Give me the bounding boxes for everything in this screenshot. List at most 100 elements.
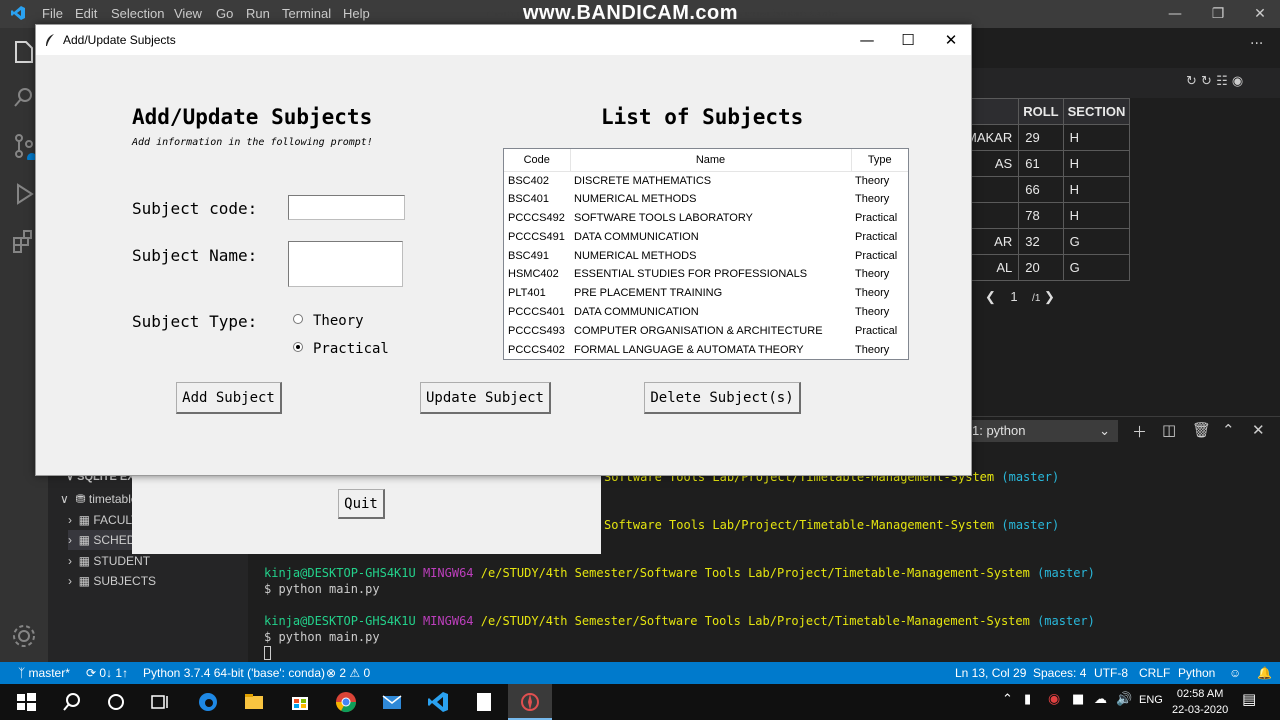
- table-tree-item-student[interactable]: › ▦ STUDENT: [68, 551, 150, 571]
- cell-roll: 29: [1018, 124, 1064, 151]
- column-header-code[interactable]: Code: [504, 149, 571, 172]
- columns-icon[interactable]: ☷: [1216, 74, 1228, 89]
- table-row[interactable]: PCCCS402 FORMAL LANGUAGE & AUTOMATA THEOR…: [504, 340, 908, 359]
- cell-type: Theory: [855, 343, 890, 356]
- menu-view[interactable]: View: [174, 6, 202, 21]
- table-row: AS 61 H: [960, 150, 1131, 177]
- mail-icon[interactable]: [380, 690, 404, 714]
- windows-start-icon[interactable]: [14, 690, 38, 714]
- delete-subjects-button[interactable]: Delete Subject(s): [644, 382, 801, 414]
- subject-name-input[interactable]: [288, 241, 403, 287]
- subject-code-input[interactable]: [288, 195, 405, 220]
- settings-gear-icon[interactable]: [10, 622, 38, 650]
- vscode-close-icon[interactable]: ✕: [1250, 4, 1270, 24]
- eye-icon[interactable]: ◉: [1232, 74, 1243, 89]
- task-view-icon[interactable]: [148, 690, 172, 714]
- menu-selection[interactable]: Selection: [111, 6, 164, 21]
- network-icon[interactable]: ■: [1072, 692, 1084, 707]
- table-row[interactable]: PLT401 PRE PLACEMENT TRAINING Theory: [504, 284, 908, 303]
- refresh-icon[interactable]: ↻: [1186, 74, 1197, 89]
- menu-edit[interactable]: Edit: [75, 6, 97, 21]
- trash-icon[interactable]: 🗑: [1192, 421, 1211, 439]
- column-header-section: SECTION: [1062, 98, 1131, 125]
- treeview-header-row: Code Name Type: [504, 149, 908, 172]
- encoding[interactable]: UTF-8: [1094, 666, 1128, 680]
- next-page-icon[interactable]: ❯: [1044, 289, 1055, 304]
- feedback-icon[interactable]: ☺: [1229, 666, 1241, 680]
- cell-roll: 20: [1018, 254, 1064, 281]
- table-row[interactable]: PCCCS493 COMPUTER ORGANISATION & ARCHITEC…: [504, 321, 908, 340]
- run-debug-icon[interactable]: [10, 180, 38, 208]
- radio-theory-label: Theory: [313, 313, 364, 329]
- table-row[interactable]: BSC491 NUMERICAL METHODS Practical: [504, 246, 908, 265]
- table-row[interactable]: PCCCS401 DATA COMMUNICATION Theory: [504, 303, 908, 322]
- python-interpreter[interactable]: Python 3.7.4 64-bit ('base': conda): [143, 666, 325, 680]
- info-icon[interactable]: ↻: [1201, 74, 1212, 89]
- store-icon[interactable]: [288, 690, 312, 714]
- update-subject-button[interactable]: Update Subject: [420, 382, 551, 414]
- input-language[interactable]: ENG: [1139, 694, 1163, 706]
- maximize-icon[interactable]: ☐: [893, 29, 923, 51]
- notepad-icon[interactable]: [472, 690, 496, 714]
- close-icon[interactable]: ✕: [936, 29, 966, 51]
- column-header-type[interactable]: Type: [851, 149, 908, 172]
- vscode-restore-icon[interactable]: ❐: [1208, 4, 1228, 24]
- cortana-icon[interactable]: [104, 690, 128, 714]
- volume-icon[interactable]: 🔊: [1116, 692, 1132, 707]
- minimize-icon[interactable]: —: [852, 29, 882, 51]
- search-icon[interactable]: [10, 84, 38, 112]
- new-terminal-icon[interactable]: ＋: [1132, 421, 1147, 442]
- table-row[interactable]: BSC402 DISCRETE MATHEMATICS Theory: [504, 171, 908, 190]
- language-mode[interactable]: Python: [1178, 666, 1215, 680]
- line-ending[interactable]: CRLF: [1139, 666, 1170, 680]
- column-header-name[interactable]: Name: [570, 149, 852, 172]
- indentation[interactable]: Spaces: 4: [1033, 666, 1086, 680]
- menu-run[interactable]: Run: [246, 6, 270, 21]
- split-terminal-icon[interactable]: ◫: [1162, 421, 1176, 439]
- tk-app-taskbar-button[interactable]: [508, 684, 552, 720]
- problems-status[interactable]: ⊗ 2 ⚠ 0: [326, 666, 370, 680]
- prev-page-icon[interactable]: ❮: [985, 289, 996, 304]
- battery-icon[interactable]: ▮: [1024, 692, 1031, 707]
- radio-theory[interactable]: Theory: [293, 313, 364, 329]
- cell-name: PRE PLACEMENT TRAINING: [574, 287, 723, 300]
- chrome-icon[interactable]: [334, 690, 358, 714]
- terminal-selector[interactable]: 1: python ⌄: [968, 420, 1118, 442]
- vscode-minimize-icon[interactable]: —: [1165, 4, 1185, 24]
- source-control-icon[interactable]: [10, 132, 38, 160]
- cursor-position[interactable]: Ln 13, Col 29: [955, 666, 1026, 680]
- close-panel-icon[interactable]: ✕: [1252, 421, 1265, 439]
- subjects-treeview[interactable]: Code Name Type BSC402 DISCRETE MATHEMATIC…: [503, 148, 909, 360]
- more-actions-icon[interactable]: ···: [1250, 36, 1263, 52]
- add-subject-button[interactable]: Add Subject: [176, 382, 282, 414]
- maximize-panel-icon[interactable]: ⌃: [1222, 421, 1235, 439]
- page-number[interactable]: 1: [1010, 289, 1017, 304]
- cell-code: PCCCS493: [508, 324, 565, 337]
- sync-status[interactable]: ⟳ 0↓ 1↑: [86, 666, 128, 680]
- vscode-taskbar-icon[interactable]: [426, 690, 450, 714]
- extensions-icon[interactable]: [10, 228, 38, 256]
- notifications-bell-icon[interactable]: 🔔: [1257, 666, 1272, 680]
- system-clock[interactable]: 02:58 AM 22-03-2020: [1172, 686, 1228, 718]
- table-row[interactable]: BSC401 NUMERICAL METHODS Theory: [504, 190, 908, 209]
- menu-terminal[interactable]: Terminal: [282, 6, 331, 21]
- cell-section: H: [1062, 176, 1131, 203]
- table-tree-item-subjects[interactable]: › ▦ SUBJECTS: [68, 571, 156, 591]
- search-icon[interactable]: [60, 690, 84, 714]
- action-center-icon[interactable]: ▤: [1242, 690, 1256, 708]
- table-row[interactable]: PCCCS492 SOFTWARE TOOLS LABORATORY Practic…: [504, 209, 908, 228]
- menu-go[interactable]: Go: [216, 6, 233, 21]
- table-row[interactable]: PCCCS491 DATA COMMUNICATION Practical: [504, 227, 908, 246]
- edge-icon[interactable]: [196, 690, 220, 714]
- file-explorer-icon[interactable]: [242, 690, 266, 714]
- quit-button[interactable]: Quit: [338, 489, 385, 519]
- menu-file[interactable]: File: [42, 6, 63, 21]
- table-row[interactable]: HSMC402 ESSENTIAL STUDIES FOR PROFESSIONA…: [504, 265, 908, 284]
- record-icon[interactable]: ◉: [1048, 691, 1060, 707]
- branch-status[interactable]: ᛉ master*: [18, 666, 70, 680]
- menu-help[interactable]: Help: [343, 6, 370, 21]
- show-hidden-icons[interactable]: ⌃: [1002, 692, 1013, 707]
- onedrive-cloud-icon[interactable]: ☁: [1094, 692, 1107, 707]
- explorer-icon[interactable]: [10, 38, 38, 66]
- radio-practical[interactable]: Practical: [293, 341, 389, 357]
